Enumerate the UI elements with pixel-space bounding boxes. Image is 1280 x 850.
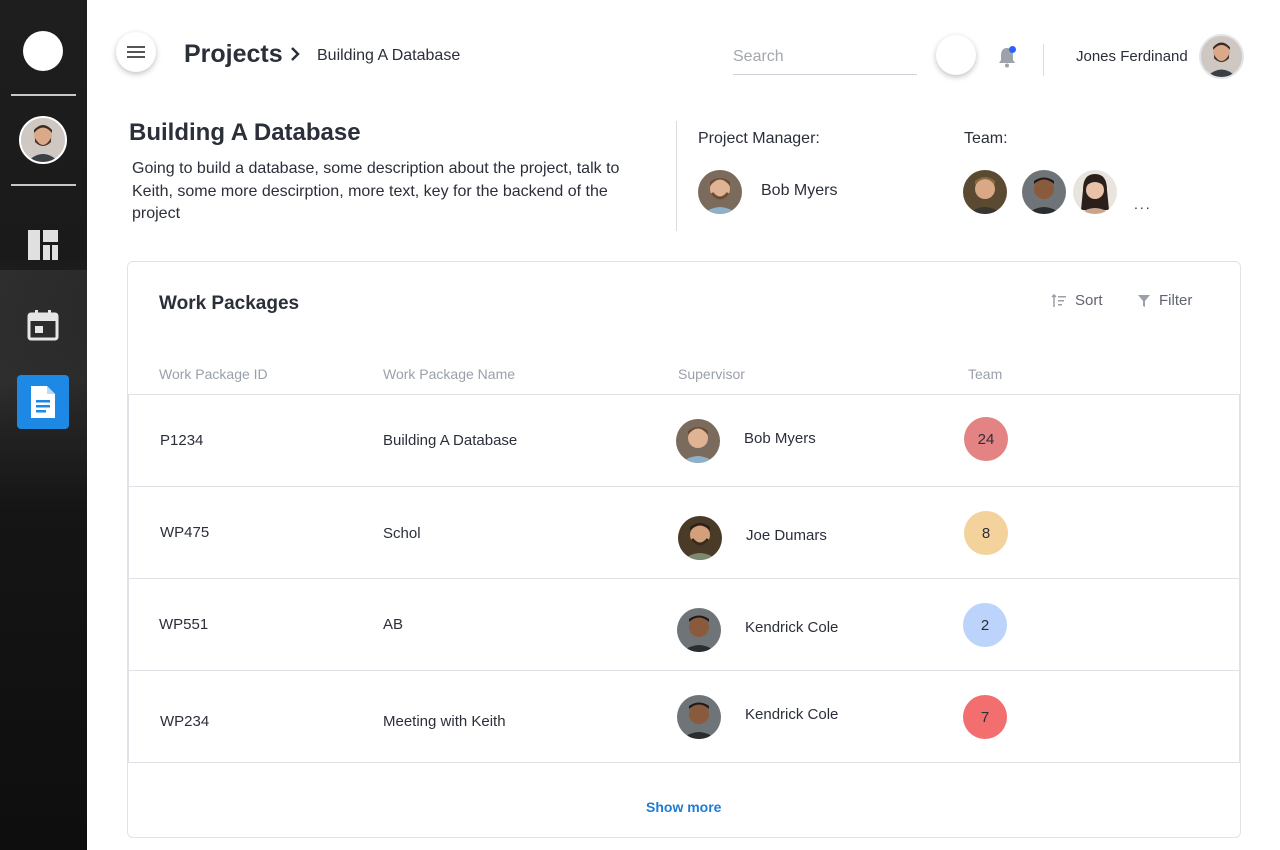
team-member-avatar[interactable] (1073, 170, 1117, 214)
header-divider (676, 121, 677, 231)
filter-button[interactable]: Filter (1137, 292, 1192, 309)
team-member-avatar[interactable] (1022, 170, 1066, 214)
supervisor-name: Joe Dumars (746, 527, 827, 544)
sort-icon (1051, 293, 1066, 307)
team-label: Team: (964, 130, 1008, 147)
project-manager-name: Bob Myers (761, 182, 838, 199)
project-title: Building A Database (129, 119, 361, 146)
sort-button[interactable]: Sort (1051, 292, 1103, 309)
calendar-icon (27, 310, 59, 341)
package-name: AB (383, 616, 404, 633)
avatar-man-icon (677, 695, 721, 739)
chevron-right-icon (288, 46, 302, 67)
user-name[interactable]: Jones Ferdinand (1076, 48, 1188, 65)
supervisor-avatar (676, 419, 720, 463)
menu-button[interactable] (116, 32, 156, 72)
show-more-link[interactable]: Show more (646, 799, 721, 815)
search-input[interactable] (733, 40, 917, 75)
supervisor-name: Kendrick Cole (745, 706, 839, 723)
package-name: Meeting with Keith (383, 713, 506, 730)
team-count-badge: 2 (963, 603, 1007, 647)
column-header-team[interactable]: Team (968, 366, 1002, 382)
avatar-man-beard-icon (21, 118, 65, 162)
package-name: Schol (383, 525, 421, 542)
avatar-woman-icon (1073, 170, 1117, 214)
breadcrumb-current: Building A Database (317, 47, 461, 64)
team-count-badge: 8 (964, 511, 1008, 555)
team-more-indicator[interactable]: ... (1134, 196, 1152, 212)
sidebar-divider (11, 94, 76, 96)
supervisor-avatar (677, 608, 721, 652)
project-description: Going to build a database, some descript… (132, 160, 620, 222)
avatar-man-icon (698, 170, 742, 214)
sidebar-background (0, 270, 87, 470)
supervisor-name: Kendrick Cole (745, 619, 839, 636)
project-manager-label: Project Manager: (698, 130, 820, 147)
package-id: WP234 (160, 713, 210, 730)
package-id: P1234 (160, 432, 204, 449)
document-icon (31, 386, 55, 418)
avatar-man-icon (678, 516, 722, 560)
dashboard-icon (28, 230, 58, 260)
avatar-man-beard-icon (1201, 36, 1242, 77)
sidebar-item-documents[interactable] (17, 375, 69, 429)
sidebar-item-calendar[interactable] (23, 305, 63, 345)
avatar-man-icon (677, 608, 721, 652)
package-id: WP551 (159, 616, 209, 633)
user-avatar[interactable] (1199, 34, 1244, 79)
filter-icon (1138, 294, 1150, 307)
supervisor-avatar (677, 695, 721, 739)
topbar-divider (1043, 44, 1044, 76)
project-manager-avatar[interactable] (698, 170, 742, 214)
sidebar (0, 0, 87, 850)
column-header-supervisor[interactable]: Supervisor (678, 366, 745, 382)
avatar-man-icon (1022, 170, 1066, 214)
avatar-man-icon (676, 419, 720, 463)
supervisor-name: Bob Myers (744, 430, 816, 447)
action-button[interactable] (936, 35, 976, 75)
breadcrumb-root[interactable]: Projects (184, 40, 283, 69)
column-header-id[interactable]: Work Package ID (159, 366, 268, 382)
filter-label: Filter (1159, 292, 1193, 309)
sidebar-item-dashboard[interactable] (23, 225, 63, 265)
package-name: Building A Database (383, 432, 518, 449)
team-count-badge: 7 (963, 695, 1007, 739)
hamburger-icon (127, 46, 145, 58)
notification-dot (1009, 46, 1016, 53)
supervisor-avatar (678, 516, 722, 560)
team-count-badge: 24 (964, 417, 1008, 461)
work-packages-title: Work Packages (159, 293, 300, 314)
package-id: WP475 (160, 524, 210, 541)
app-logo[interactable] (23, 31, 63, 71)
sort-label: Sort (1075, 292, 1103, 309)
avatar-man-icon (963, 170, 1007, 214)
sidebar-divider (11, 184, 76, 186)
team-member-avatar[interactable] (963, 170, 1007, 214)
sidebar-user-avatar[interactable] (19, 116, 67, 164)
column-header-name[interactable]: Work Package Name (383, 366, 515, 382)
